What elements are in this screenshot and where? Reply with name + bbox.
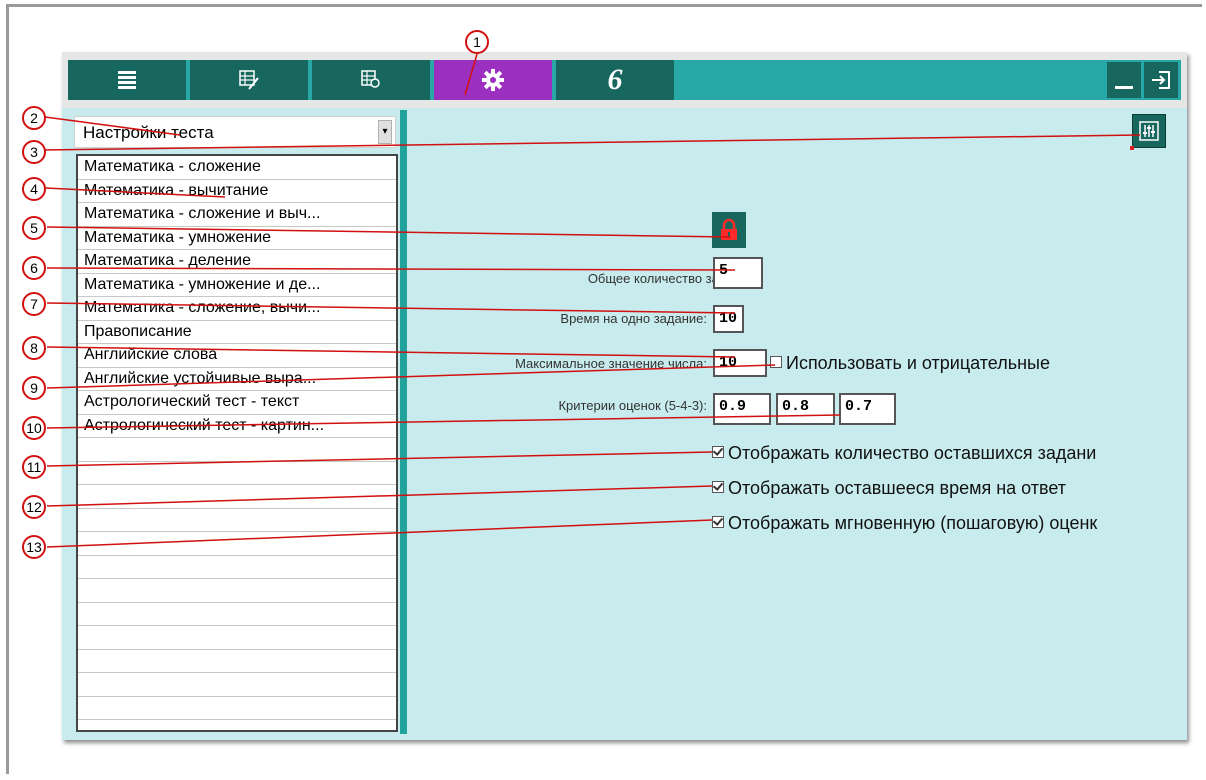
list-item-empty[interactable] (78, 556, 396, 579)
indicator-dot (1130, 146, 1134, 150)
dropdown-value: Настройки теста (83, 123, 214, 142)
test-type-dropdown[interactable]: Настройки теста ▾ (74, 116, 396, 148)
callout-8: 8 (22, 336, 46, 360)
criteria-4-input[interactable]: 0.8 (776, 393, 835, 425)
list-item[interactable]: Математика - деление (78, 250, 396, 274)
gear-icon (482, 69, 504, 91)
callout-4: 4 (22, 177, 46, 201)
show-remaining-time-checkbox[interactable]: Отображать оставшееся время на ответ (712, 478, 1186, 499)
checkbox-checked-icon (712, 516, 724, 528)
callout-5: 5 (22, 216, 46, 240)
criteria-3-input[interactable]: 0.7 (839, 393, 896, 425)
time-per-task-input[interactable]: 10 (713, 305, 744, 333)
logo-6-icon: 6 (607, 63, 623, 96)
negatives-checkbox[interactable]: Использовать и отрицательные (770, 353, 1050, 374)
list-item-empty[interactable] (78, 509, 396, 532)
toolbar: 6 (62, 52, 1187, 108)
test-list[interactable]: Математика - сложение Математика - вычит… (76, 154, 398, 732)
show-remaining-tasks-label: Отображать количество оставшихся задани (728, 443, 1097, 463)
show-remaining-time-label: Отображать оставшееся время на ответ (728, 478, 1067, 498)
checkbox-checked-icon (712, 481, 724, 493)
checkbox-icon (770, 356, 782, 368)
list-item-empty[interactable] (78, 697, 396, 720)
list-item-empty[interactable] (78, 603, 396, 626)
list-item-empty[interactable] (78, 532, 396, 556)
list-item-empty[interactable] (78, 462, 396, 485)
minimize-button[interactable] (1107, 62, 1141, 98)
show-instant-grade-label: Отображать мгновенную (пошаговую) оценк (728, 513, 1098, 533)
callout-11: 11 (22, 455, 46, 479)
list-item[interactable]: Английские слова (78, 344, 396, 368)
tab-edit[interactable] (190, 60, 308, 100)
exit-button[interactable] (1144, 62, 1178, 98)
negatives-label: Использовать и отрицательные (786, 353, 1050, 373)
callout-1: 1 (465, 30, 489, 54)
list-item-empty[interactable] (78, 485, 396, 509)
list-item-empty[interactable] (78, 673, 396, 697)
table-search-icon (361, 70, 380, 88)
list-item-empty[interactable] (78, 438, 396, 462)
total-tasks-input[interactable]: 5 (713, 257, 763, 289)
minimize-icon (1115, 86, 1133, 89)
callout-13: 13 (22, 535, 46, 559)
criteria-label: Критерии оценок (5-4-3): (558, 398, 707, 413)
toolbar-bar: 6 (68, 60, 1181, 100)
list-item[interactable]: Астрологический тест - картин... (78, 415, 396, 438)
time-per-task-label: Время на одно задание: (560, 311, 707, 326)
list-item[interactable]: Математика - сложение и выч... (78, 203, 396, 227)
lock-icon (721, 218, 737, 240)
max-number-label: Максимальное значение числа: (515, 356, 707, 371)
list-item[interactable]: Математика - умножение (78, 227, 396, 250)
callout-6: 6 (22, 256, 46, 280)
callout-9: 9 (22, 376, 46, 400)
criteria-5-input[interactable]: 0.9 (713, 393, 771, 425)
left-panel: Настройки теста ▾ Математика - сложение … (70, 110, 400, 732)
app-window: 6 Настройки теста ▾ Математика - сложени (62, 52, 1187, 740)
settings-options-button[interactable] (1132, 114, 1166, 148)
tab-logo[interactable]: 6 (556, 60, 674, 100)
list-item[interactable]: Астрологический тест - текст (78, 391, 396, 415)
show-remaining-tasks-checkbox[interactable]: Отображать количество оставшихся задани (712, 443, 1186, 464)
list-item[interactable]: Английские устойчивые выра... (78, 368, 396, 391)
list-item[interactable]: Математика - умножение и де... (78, 274, 396, 297)
edit-table-icon (239, 70, 259, 90)
show-instant-grade-checkbox[interactable]: Отображать мгновенную (пошаговую) оценк (712, 513, 1186, 534)
list-icon (118, 71, 136, 89)
callout-12: 12 (22, 495, 46, 519)
list-item[interactable]: Математика - сложение (78, 156, 396, 180)
tab-view[interactable] (312, 60, 430, 100)
callout-3: 3 (22, 140, 46, 164)
dropdown-arrow-icon[interactable]: ▾ (378, 120, 392, 144)
callout-10: 10 (22, 416, 46, 440)
tab-settings[interactable] (434, 60, 552, 100)
max-number-input[interactable]: 10 (713, 349, 767, 377)
sliders-icon (1139, 121, 1159, 141)
panel-splitter[interactable] (400, 110, 407, 734)
exit-icon (1152, 71, 1170, 89)
callout-7: 7 (22, 292, 46, 316)
lock-button[interactable] (712, 212, 746, 248)
list-item-empty[interactable] (78, 650, 396, 673)
list-item[interactable]: Математика - сложение, вычи... (78, 297, 396, 321)
callout-2: 2 (22, 106, 46, 130)
list-item[interactable]: Правописание (78, 321, 396, 344)
tab-list[interactable] (68, 60, 186, 100)
checkbox-checked-icon (712, 446, 724, 458)
list-item[interactable]: Математика - вычитание (78, 180, 396, 203)
list-item-empty[interactable] (78, 626, 396, 650)
list-item-empty[interactable] (78, 579, 396, 603)
